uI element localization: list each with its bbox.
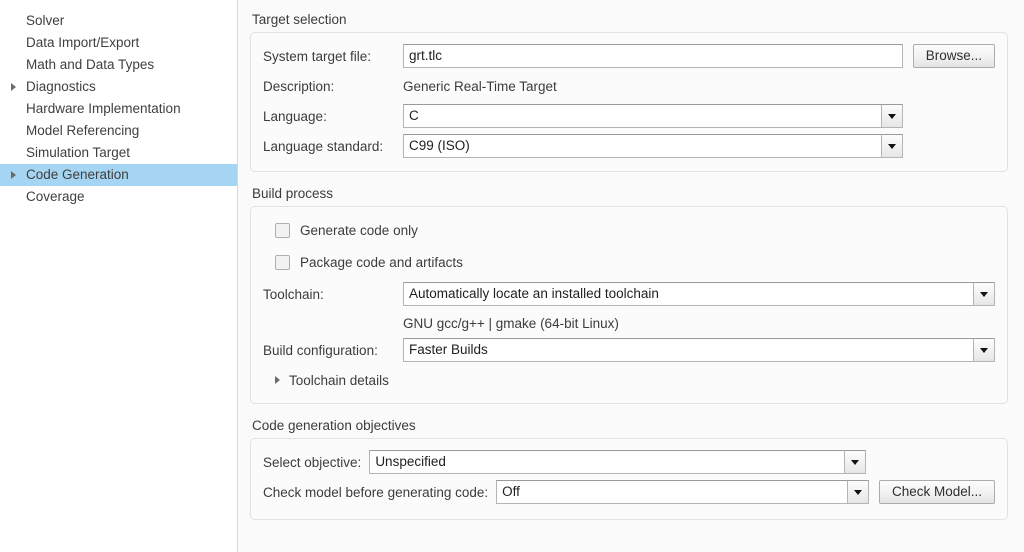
row-description: Description: Generic Real-Time Target	[263, 73, 995, 99]
chevron-down-icon[interactable]	[881, 104, 903, 128]
select-objective-label: Select objective:	[263, 455, 361, 470]
build-configuration-select[interactable]: Faster Builds	[403, 338, 995, 362]
row-build-configuration: Build configuration: Faster Builds	[263, 337, 995, 363]
toolchain-select[interactable]: Automatically locate an installed toolch…	[403, 282, 995, 306]
toolchain-detail-text: GNU gcc/g++ | gmake (64-bit Linux)	[403, 316, 619, 331]
system-target-file-input[interactable]: grt.tlc	[403, 44, 903, 68]
sidebar-item-label: Hardware Implementation	[26, 101, 181, 116]
section-title-target-selection: Target selection	[250, 8, 1008, 32]
language-standard-label: Language standard:	[263, 139, 403, 154]
chevron-down-icon[interactable]	[847, 480, 869, 504]
section-title-build-process: Build process	[250, 182, 1008, 206]
chevron-down-icon[interactable]	[973, 282, 995, 306]
select-objective-select[interactable]: Unspecified	[369, 450, 866, 474]
check-model-label: Check model before generating code:	[263, 485, 488, 500]
package-code-and-artifacts-label: Package code and artifacts	[300, 255, 463, 270]
chevron-down-icon[interactable]	[881, 134, 903, 158]
generate-code-only-label: Generate code only	[300, 223, 418, 238]
language-select[interactable]: C	[403, 104, 903, 128]
sidebar-item-label: Model Referencing	[26, 123, 139, 138]
build-configuration-select-value: Faster Builds	[403, 338, 973, 362]
select-objective-value: Unspecified	[369, 450, 844, 474]
row-check-model: Check model before generating code: Off …	[263, 479, 995, 505]
toolchain-label: Toolchain:	[263, 287, 403, 302]
settings-tree-sidebar: Solver Data Import/Export Math and Data …	[0, 0, 238, 552]
section-target-selection: Target selection System target file: grt…	[250, 8, 1008, 172]
system-target-file-label: System target file:	[263, 49, 403, 64]
generate-code-only-checkbox[interactable]	[275, 223, 290, 238]
sidebar-item-solver[interactable]: Solver	[0, 10, 237, 32]
sidebar-item-label: Code Generation	[26, 167, 129, 182]
chevron-right-icon[interactable]	[11, 171, 16, 179]
sidebar-item-label: Diagnostics	[26, 79, 96, 94]
row-language-standard: Language standard: C99 (ISO)	[263, 133, 995, 159]
description-value: Generic Real-Time Target	[403, 79, 557, 94]
section-build-process: Build process Generate code only Package…	[250, 182, 1008, 404]
row-toolchain-detail-text: GNU gcc/g++ | gmake (64-bit Linux)	[263, 311, 995, 335]
config-parameters-dialog: Solver Data Import/Export Math and Data …	[0, 0, 1024, 552]
sidebar-item-label: Data Import/Export	[26, 35, 139, 50]
toolchain-select-value: Automatically locate an installed toolch…	[403, 282, 973, 306]
sidebar-item-label: Solver	[26, 13, 64, 28]
check-model-select[interactable]: Off	[496, 480, 869, 504]
settings-content-pane: Target selection System target file: grt…	[238, 0, 1024, 552]
row-language: Language: C	[263, 103, 995, 129]
chevron-down-icon[interactable]	[844, 450, 866, 474]
browse-button[interactable]: Browse...	[913, 44, 995, 68]
description-label: Description:	[263, 79, 403, 94]
language-standard-select-value: C99 (ISO)	[403, 134, 881, 158]
sidebar-item-data-import-export[interactable]: Data Import/Export	[0, 32, 237, 54]
row-toolchain: Toolchain: Automatically locate an insta…	[263, 281, 995, 307]
section-code-generation-objectives: Code generation objectives Select object…	[250, 414, 1008, 520]
panel-code-generation-objectives: Select objective: Unspecified Check mode…	[250, 438, 1008, 520]
row-system-target-file: System target file: grt.tlc Browse...	[263, 43, 995, 69]
row-select-objective: Select objective: Unspecified	[263, 449, 995, 475]
row-package-code-and-artifacts: Package code and artifacts	[263, 249, 995, 275]
section-title-code-generation-objectives: Code generation objectives	[250, 414, 1008, 438]
chevron-right-icon[interactable]	[11, 83, 16, 91]
panel-target-selection: System target file: grt.tlc Browse... De…	[250, 32, 1008, 172]
chevron-down-icon[interactable]	[973, 338, 995, 362]
sidebar-item-hardware-implementation[interactable]: Hardware Implementation	[0, 98, 237, 120]
sidebar-item-simulation-target[interactable]: Simulation Target	[0, 142, 237, 164]
package-code-and-artifacts-checkbox[interactable]	[275, 255, 290, 270]
build-configuration-label: Build configuration:	[263, 343, 403, 358]
sidebar-item-label: Math and Data Types	[26, 57, 154, 72]
sidebar-item-label: Simulation Target	[26, 145, 130, 160]
language-select-value: C	[403, 104, 881, 128]
sidebar-item-diagnostics[interactable]: Diagnostics	[0, 76, 237, 98]
sidebar-item-model-referencing[interactable]: Model Referencing	[0, 120, 237, 142]
toolchain-details-expander[interactable]: Toolchain details	[263, 369, 995, 391]
row-generate-code-only: Generate code only	[263, 217, 995, 243]
sidebar-item-code-generation[interactable]: Code Generation	[0, 164, 237, 186]
sidebar-item-label: Coverage	[26, 189, 85, 204]
panel-build-process: Generate code only Package code and arti…	[250, 206, 1008, 404]
language-label: Language:	[263, 109, 403, 124]
check-model-select-value: Off	[496, 480, 847, 504]
sidebar-item-math-and-data-types[interactable]: Math and Data Types	[0, 54, 237, 76]
toolchain-details-label: Toolchain details	[289, 373, 389, 388]
chevron-right-icon	[275, 376, 280, 384]
check-model-button[interactable]: Check Model...	[879, 480, 995, 504]
language-standard-select[interactable]: C99 (ISO)	[403, 134, 903, 158]
sidebar-item-coverage[interactable]: Coverage	[0, 186, 237, 208]
